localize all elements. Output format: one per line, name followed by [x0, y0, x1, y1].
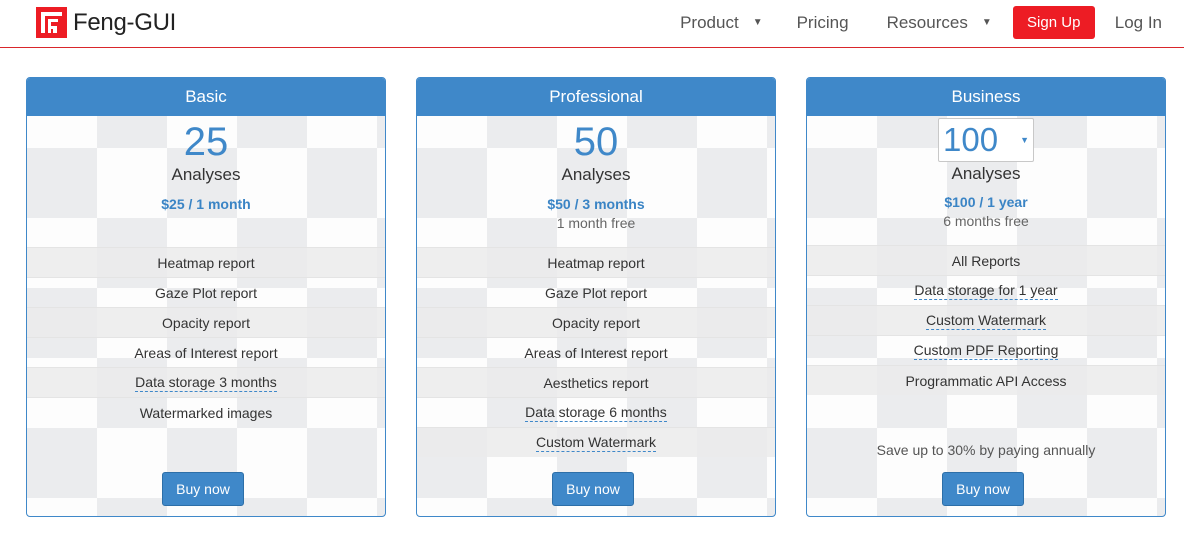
feature-item: Data storage for 1 year — [807, 275, 1165, 305]
plan-card-business: Business 100 ▼ Analyses $100 / 1 year 6 … — [806, 77, 1166, 517]
feature-label: Aesthetics report — [543, 374, 649, 391]
feature-item: Data storage 3 months — [27, 367, 385, 397]
plan-free-months: 6 months free — [943, 213, 1029, 229]
brand-name: Feng-GUI — [73, 8, 176, 36]
feng-gui-logo-icon — [36, 7, 67, 38]
nav-product-label: Product — [680, 12, 739, 32]
analyses-count: 50 — [573, 120, 619, 164]
feature-label: Gaze Plot report — [545, 284, 647, 301]
feature-item: Heatmap report — [417, 247, 775, 277]
plan-summary: 100 ▼ Analyses $100 / 1 year 6 months fr… — [807, 116, 1165, 245]
log-in-label: Log In — [1114, 12, 1162, 32]
feature-item: Custom PDF Reporting — [807, 335, 1165, 365]
buy-now-button[interactable]: Buy now — [942, 472, 1024, 506]
feature-label: Heatmap report — [157, 254, 255, 271]
log-in-link[interactable]: Log In — [1115, 13, 1162, 33]
feature-tooltip-link[interactable]: Data storage 6 months — [525, 404, 667, 422]
brand-logo[interactable]: Feng-GUI — [36, 7, 176, 38]
analyses-label: Analyses — [561, 165, 631, 184]
buy-now-label: Buy now — [566, 481, 620, 497]
plan-price: $25 / 1 month — [161, 196, 251, 212]
feature-item: Custom Watermark — [417, 427, 775, 457]
feature-label: All Reports — [951, 252, 1021, 269]
feature-tooltip-link[interactable]: Data storage 3 months — [135, 374, 277, 392]
feature-item: Areas of Interest report — [27, 337, 385, 367]
feature-label: Heatmap report — [547, 254, 645, 271]
dropdown-arrow-icon: ▼ — [1020, 135, 1029, 145]
feature-item: All Reports — [807, 245, 1165, 275]
plan-card-basic: Basic 25 Analyses $25 / 1 month Heatmap … — [26, 77, 386, 517]
plan-title: Professional — [417, 78, 775, 116]
feature-label: Gaze Plot report — [155, 284, 257, 301]
nav-resources-label: Resources — [886, 12, 968, 32]
plan-summary: 50 Analyses $50 / 3 months 1 month free — [417, 120, 775, 247]
plan-title: Business — [807, 78, 1165, 116]
buy-now-button[interactable]: Buy now — [552, 472, 634, 506]
feature-label: Opacity report — [552, 314, 640, 331]
feature-label: Areas of Interest report — [134, 344, 278, 361]
feature-tooltip-link[interactable]: Custom Watermark — [925, 312, 1047, 330]
plan-title: Basic — [27, 78, 385, 116]
feature-label: Watermarked images — [139, 404, 273, 421]
feature-tooltip-link[interactable]: Custom PDF Reporting — [913, 342, 1059, 360]
analyses-label: Analyses — [951, 164, 1021, 183]
annual-savings-note: Save up to 30% by paying annually — [876, 442, 1096, 458]
feature-label: Programmatic API Access — [905, 372, 1067, 389]
buy-now-label: Buy now — [176, 481, 230, 497]
plan-price: $100 / 1 year — [944, 194, 1028, 210]
nav-pricing[interactable]: Pricing — [797, 13, 849, 33]
feature-item: Areas of Interest report — [417, 337, 775, 367]
analyses-count-select[interactable]: 100 ▼ — [938, 118, 1034, 162]
feature-item: Gaze Plot report — [417, 277, 775, 307]
feature-label: Opacity report — [162, 314, 250, 331]
feature-item: Opacity report — [417, 307, 775, 337]
nav-pricing-label: Pricing — [796, 12, 849, 32]
feature-tooltip-link[interactable]: Custom Watermark — [535, 434, 657, 452]
nav-resources[interactable]: Resources ▼ — [887, 13, 992, 33]
sign-up-label: Sign Up — [1027, 14, 1081, 31]
feature-item: Heatmap report — [27, 247, 385, 277]
plan-summary: 25 Analyses $25 / 1 month — [27, 120, 385, 247]
feature-item: Aesthetics report — [417, 367, 775, 397]
top-navbar: Feng-GUI Product ▼ Pricing Resources ▼ S… — [0, 0, 1184, 48]
feature-item: Watermarked images — [27, 397, 385, 427]
buy-now-label: Buy now — [956, 481, 1010, 497]
chevron-down-icon: ▼ — [752, 17, 763, 28]
feature-label: Areas of Interest report — [524, 344, 668, 361]
main-nav: Product ▼ Pricing Resources ▼ Sign Up Lo… — [680, 6, 1162, 39]
feature-item: Programmatic API Access — [807, 365, 1165, 395]
analyses-count: 100 — [943, 121, 999, 158]
plan-price: $50 / 3 months — [547, 196, 645, 212]
sign-up-button[interactable]: Sign Up — [1012, 6, 1095, 39]
analyses-label: Analyses — [171, 165, 241, 184]
feature-item: Opacity report — [27, 307, 385, 337]
nav-product[interactable]: Product ▼ — [680, 13, 763, 33]
feature-tooltip-link[interactable]: Data storage for 1 year — [914, 282, 1058, 300]
chevron-down-icon: ▼ — [981, 17, 992, 28]
feature-item: Gaze Plot report — [27, 277, 385, 307]
plan-card-professional: Professional 50 Analyses $50 / 3 months … — [416, 77, 776, 517]
plan-free-months: 1 month free — [556, 215, 636, 231]
feature-item: Custom Watermark — [807, 305, 1165, 335]
analyses-count: 25 — [183, 120, 229, 164]
buy-now-button[interactable]: Buy now — [162, 472, 244, 506]
feature-item: Data storage 6 months — [417, 397, 775, 427]
